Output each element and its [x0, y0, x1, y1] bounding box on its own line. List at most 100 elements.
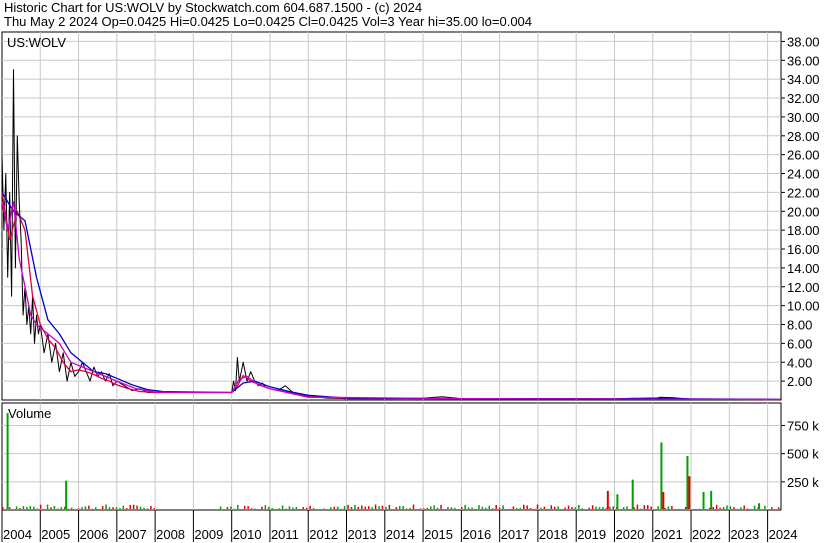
- volume-bar-small: [460, 507, 463, 509]
- volume-bar-small: [143, 507, 145, 509]
- volume-bar-small: [305, 507, 308, 509]
- volume-bar-small: [433, 505, 435, 509]
- xtick-label-2019: 2019: [577, 527, 606, 542]
- volume-bar-small: [688, 506, 690, 509]
- volume-bar-small: [454, 507, 456, 509]
- volume-bar-small: [395, 507, 398, 509]
- volume-bar-small: [2, 506, 4, 509]
- volume-bar: [686, 455, 689, 509]
- volume-bar-small: [571, 507, 573, 509]
- price-ytick-label: 8.00: [787, 318, 812, 333]
- volume-bar: [688, 476, 691, 509]
- volume-bar-small: [626, 506, 628, 509]
- volume-bar-small: [15, 506, 18, 509]
- volume-bar-small: [574, 507, 577, 509]
- volume-bar-small: [60, 507, 63, 509]
- price-ytick-label: 28.00: [787, 129, 820, 144]
- volume-bar: [710, 490, 713, 509]
- volume-bar-small: [450, 507, 453, 509]
- volume-bar: [606, 490, 609, 509]
- price-ytick-label: 20.00: [787, 204, 820, 219]
- volume-bar-small: [278, 508, 280, 509]
- volume-bar-small: [122, 505, 125, 509]
- volume-bar-small: [8, 507, 11, 509]
- volume-bar-small: [132, 504, 135, 509]
- volume-bar-small: [581, 508, 584, 509]
- volume-bar-small: [612, 506, 615, 509]
- volume-bar-small: [139, 506, 142, 509]
- volume-panel-title: Volume: [8, 406, 51, 421]
- volume-bar-small: [150, 505, 152, 509]
- volume-bar-small: [309, 505, 311, 509]
- xtick-label-2014: 2014: [386, 527, 415, 542]
- volume-bar-small: [364, 506, 367, 509]
- price-ytick-label: 24.00: [787, 167, 820, 182]
- volume-bar-small: [46, 504, 49, 509]
- volume-bar-small: [636, 504, 639, 509]
- volume-bar-small: [292, 507, 294, 509]
- volume-bar-small: [481, 506, 484, 509]
- volume-bar-small: [77, 508, 80, 509]
- volume-bar-small: [598, 507, 601, 509]
- xtick-label-2009: 2009: [194, 527, 223, 542]
- volume-bar-small: [237, 504, 239, 509]
- volume-bar-small: [53, 506, 56, 509]
- volume-bar-small: [22, 506, 25, 509]
- volume-bar-small: [447, 506, 449, 509]
- volume-bar-small: [129, 505, 131, 509]
- volume-ytick-label: 500 k: [787, 447, 819, 462]
- volume-bar-small: [550, 505, 553, 509]
- volume-bar-small: [715, 504, 718, 509]
- volume-bar-small: [19, 507, 21, 509]
- volume-bar-small: [522, 504, 525, 509]
- price-ytick-label: 6.00: [787, 336, 812, 351]
- volume-bar-small: [722, 507, 725, 509]
- volume-bar-small: [578, 504, 580, 509]
- volume-bar-small: [660, 506, 663, 509]
- xtick-label-2011: 2011: [271, 527, 299, 542]
- volume-bar-small: [436, 507, 439, 509]
- volume-bar-small: [243, 505, 246, 509]
- volume-bar-small: [485, 507, 487, 509]
- volume-bar-small: [671, 505, 673, 509]
- volume-bar-small: [667, 506, 670, 509]
- volume-bar-small: [602, 506, 604, 509]
- volume-bar-small: [771, 507, 773, 509]
- volume-bar: [662, 491, 665, 509]
- volume-bar-small: [746, 508, 749, 509]
- volume-bar-small: [764, 505, 766, 509]
- volume-bar-small: [684, 506, 687, 509]
- volume-bar-small: [512, 506, 515, 509]
- volume-bar-small: [288, 506, 291, 509]
- volume-bar-small: [367, 506, 370, 509]
- volume-bar-small: [464, 504, 466, 509]
- volume-bar-small: [588, 507, 590, 509]
- volume-bar-small: [519, 507, 522, 509]
- volume-bar-small: [757, 507, 759, 509]
- volume-bar-small: [405, 508, 408, 509]
- volume-bar-small: [281, 505, 284, 509]
- volume-bar-small: [609, 506, 611, 509]
- volume-ytick-label: 750 k: [787, 419, 819, 434]
- volume-bar-small: [354, 504, 356, 509]
- volume-bar-small: [409, 507, 411, 509]
- volume-bar-small: [29, 506, 32, 509]
- volume-bar-small: [557, 506, 559, 509]
- volume-bar-small: [357, 506, 360, 509]
- volume-bar-small: [429, 506, 432, 509]
- volume-bar-small: [643, 505, 646, 509]
- volume-bar-small: [488, 505, 491, 509]
- xtick-label-2017: 2017: [501, 527, 530, 542]
- volume-bar-small: [712, 507, 714, 509]
- price-ytick-label: 38.00: [787, 34, 820, 49]
- volume-bar-small: [271, 508, 273, 509]
- price-ytick-label: 2.00: [787, 374, 812, 389]
- volume-bar-small: [105, 504, 107, 509]
- volume-bar-small: [564, 507, 566, 509]
- volume-bar-small: [88, 505, 90, 509]
- volume-bar-small: [330, 507, 332, 509]
- xtick-label-2013: 2013: [348, 527, 377, 542]
- volume-bar-small: [529, 508, 532, 509]
- volume-bar-small: [146, 508, 149, 509]
- volume-bar-small: [119, 508, 121, 509]
